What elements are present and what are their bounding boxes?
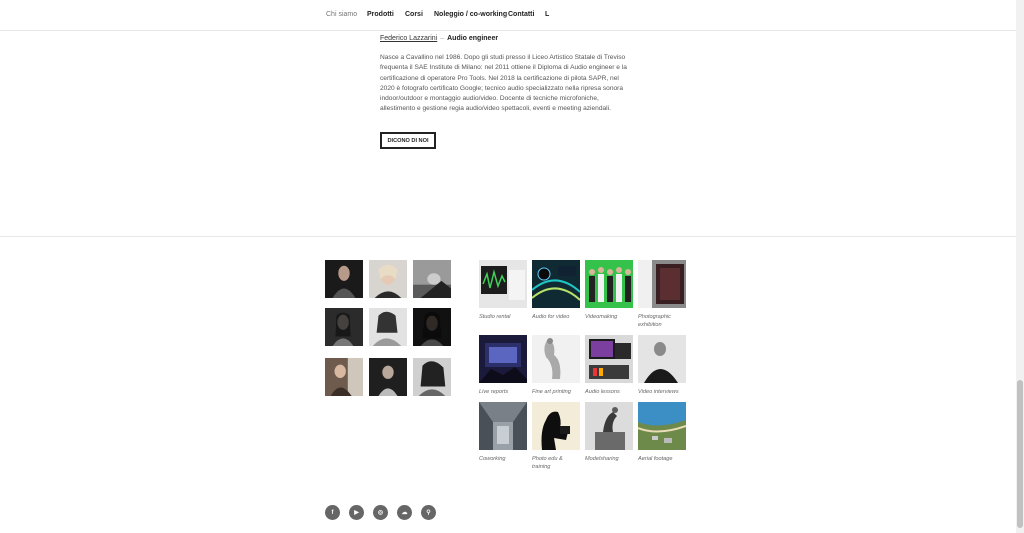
photo-edu-photo-icon: [532, 402, 580, 450]
service-caption: Photo edu & training: [532, 456, 563, 470]
author-bio: Nasce a Cavallino nel 1986. Dopo gli stu…: [380, 54, 627, 113]
footer-divider: [0, 236, 1016, 237]
service-tile-audio-lessons[interactable]: Audio lessons: [585, 335, 633, 396]
nav-item-noleggio[interactable]: Noleggio / co-working: [434, 11, 507, 18]
author-separator: –: [440, 35, 445, 42]
portrait-photo-icon: [325, 308, 363, 346]
service-tile-studio-rental[interactable]: Studio rental: [479, 260, 527, 321]
portfolio-photo-4[interactable]: [325, 308, 363, 346]
service-caption: Fine art printing: [532, 389, 571, 395]
instagram-icon[interactable]: ◎: [373, 505, 388, 520]
scrollbar-thumb[interactable]: [1017, 380, 1023, 528]
service-caption: Video interviews: [638, 389, 679, 395]
portfolio-photo-9[interactable]: [413, 358, 451, 396]
service-tile-aerial-footage[interactable]: Aerial footage: [638, 402, 686, 463]
nav-item-language[interactable]: L: [545, 11, 549, 18]
live-reports-photo-icon: [479, 335, 527, 383]
service-caption: Live reports: [479, 389, 509, 395]
author-role: Audio engineer: [447, 35, 499, 42]
nav-item-prodotti[interactable]: Prodotti: [367, 11, 394, 18]
portfolio-photo-6[interactable]: [413, 308, 451, 346]
portfolio-photo-8[interactable]: [369, 358, 407, 396]
service-caption: Videomaking: [585, 314, 618, 320]
service-tile-audio-for-video[interactable]: Audio for video: [532, 260, 580, 321]
service-tile-fine-art-printing[interactable]: Fine art printing: [532, 335, 580, 396]
page-scrollbar[interactable]: [1016, 0, 1024, 533]
portrait-photo-icon: [413, 358, 451, 396]
facebook-icon[interactable]: f: [325, 505, 340, 520]
nav-item-contatti[interactable]: Contatti: [508, 11, 534, 18]
portrait-photo-icon: [369, 260, 407, 298]
nav-item-chi-siamo[interactable]: Chi siamo: [326, 11, 357, 18]
coworking-photo-icon: [479, 402, 527, 450]
portfolio-photo-1[interactable]: [325, 260, 363, 298]
portfolio-photo-7[interactable]: [325, 358, 363, 396]
portrait-photo-icon: [413, 308, 451, 346]
portrait-photo-icon: [325, 260, 363, 298]
service-caption: Photographic exhibition: [638, 314, 671, 328]
portrait-photo-icon: [413, 260, 451, 298]
dicono-di-noi-button[interactable]: DICONO DI NOI: [380, 132, 436, 149]
service-tile-photographic-exhibition[interactable]: Photographic exhibition: [638, 260, 686, 329]
service-caption: Audio lessons: [585, 389, 620, 395]
youtube-icon[interactable]: ▶: [349, 505, 364, 520]
audio-lessons-photo-icon: [585, 335, 633, 383]
audio-for-video-photo-icon: [532, 260, 580, 308]
service-tile-modelsharing[interactable]: Modelsharing: [585, 402, 633, 463]
portfolio-photo-3[interactable]: [413, 260, 451, 298]
author-section: Federico Lazzarini – Audio engineer Nasce …: [380, 33, 635, 115]
video-interviews-photo-icon: [638, 335, 686, 383]
fine-art-printing-photo-icon: [532, 335, 580, 383]
studio-rental-photo-icon: [479, 260, 527, 308]
link-icon[interactable]: ⚲: [421, 505, 436, 520]
service-tile-video-interviews[interactable]: Video interviews: [638, 335, 686, 396]
service-caption: Aerial footage: [638, 456, 673, 462]
service-caption: Audio for video: [532, 314, 570, 320]
portfolio-photo-5[interactable]: [369, 308, 407, 346]
soundcloud-icon[interactable]: ☁: [397, 505, 412, 520]
portrait-photo-icon: [369, 308, 407, 346]
nav-item-corsi[interactable]: Corsi: [405, 11, 423, 18]
videomaking-photo-icon: [585, 260, 633, 308]
modelsharing-photo-icon: [585, 402, 633, 450]
service-tile-live-reports[interactable]: Live reports: [479, 335, 527, 396]
service-caption: Coworking: [479, 456, 506, 462]
author-name-link[interactable]: Federico Lazzarini: [380, 35, 437, 42]
service-tile-videomaking[interactable]: Videomaking: [585, 260, 633, 321]
photographic-exhibition-photo-icon: [638, 260, 686, 308]
portrait-photo-icon: [369, 358, 407, 396]
service-tile-photo-edu-training[interactable]: Photo edu & training: [532, 402, 580, 471]
portfolio-photo-2[interactable]: [369, 260, 407, 298]
top-navigation-bar: Chi siamo Prodotti Corsi Noleggio / co-w…: [0, 0, 1016, 31]
aerial-footage-photo-icon: [638, 402, 686, 450]
author-line: Federico Lazzarini – Audio engineer: [380, 33, 635, 45]
service-tile-coworking[interactable]: Coworking: [479, 402, 527, 463]
service-caption: Studio rental: [479, 314, 511, 320]
service-caption: Modelsharing: [585, 456, 619, 462]
portrait-photo-icon: [325, 358, 363, 396]
